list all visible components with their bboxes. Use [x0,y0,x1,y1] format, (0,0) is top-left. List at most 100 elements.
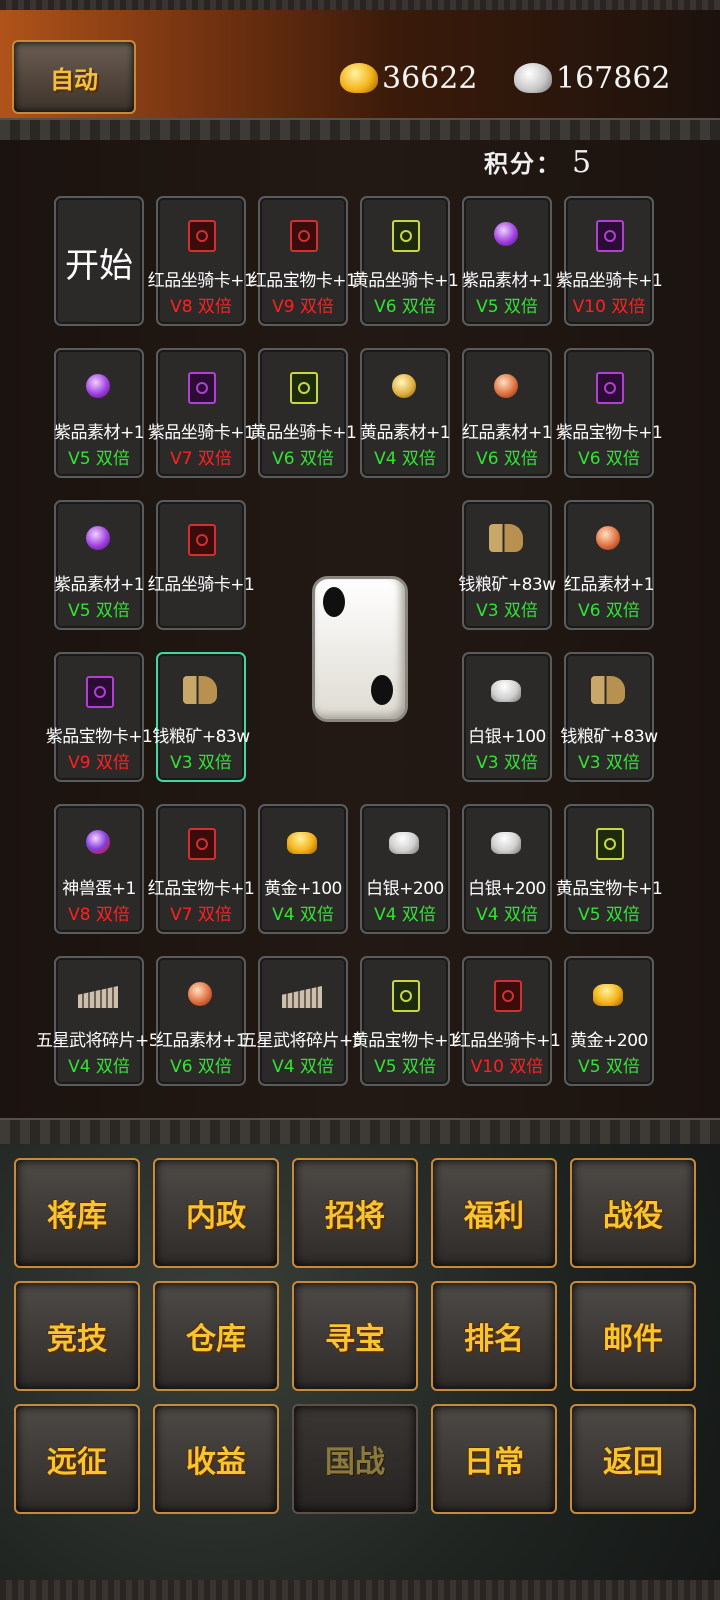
board-tile[interactable]: 黄金+100 V4 双倍 [258,804,348,934]
tile-vip-label: V9 双倍 [68,753,130,773]
silver-ingot-icon [491,832,521,854]
red-card-icon [290,220,318,252]
tile-vip-label: V4 双倍 [374,449,436,469]
board-tile[interactable]: 紫品宝物卡+1 V6 双倍 [556,348,663,478]
tile-reward-label: 钱粮矿+83w [152,727,250,747]
tile-vip-label: V7 双倍 [170,449,232,469]
board-tile[interactable]: 红品宝物卡+1 V7 双倍 [148,804,255,934]
menu-button[interactable]: 返回 [570,1404,696,1514]
red-gem-icon [188,982,212,1006]
menu-button[interactable]: 战役 [570,1158,696,1268]
board-tile[interactable]: 钱粮矿+83w V3 双倍 [560,652,658,782]
purple-gem-icon [86,526,110,550]
tile-vip-label: V8 双倍 [170,297,232,317]
start-label: 开始 [65,246,133,286]
board-tile[interactable]: 黄金+200 V5 双倍 [564,956,654,1086]
board-tile[interactable]: 紫品坐骑卡+1 V10 双倍 [556,196,663,326]
menu-button[interactable]: 邮件 [570,1281,696,1391]
tile-vip-label: V4 双倍 [272,1057,334,1077]
tile-vip-label: V5 双倍 [476,297,538,317]
board-tile[interactable]: 黄品宝物卡+1 V5 双倍 [352,956,459,1086]
yellow-card-icon [392,220,420,252]
tile-vip-label: V5 双倍 [374,1057,436,1077]
menu-button[interactable]: 招将 [292,1158,418,1268]
beast-egg-icon [86,830,110,854]
board-tile[interactable]: 紫品素材+1 V5 双倍 [462,196,553,326]
hero-shard-icon [78,986,118,1008]
grain-ore-icon [591,676,625,704]
board-tile[interactable]: 白银+200 V4 双倍 [360,804,450,934]
menu-button[interactable]: 仓库 [153,1281,279,1391]
board-tile[interactable]: 黄品素材+1 V4 双倍 [360,348,451,478]
yellow-card-icon [290,372,318,404]
score-label: 积分： [484,150,562,178]
start-tile[interactable]: 开始 [54,196,144,326]
red-card-icon [188,220,216,252]
board-tile[interactable]: 五星武将碎片+50 V4 双倍 [240,956,374,1086]
tile-reward-label: 黄金+200 [570,1031,648,1051]
gold-ingot-icon [287,832,317,854]
dice-pip [371,675,393,705]
gold-ingot-icon [593,984,623,1006]
board-tile[interactable]: 紫品素材+1 V5 双倍 [54,348,145,478]
board-tile[interactable]: 白银+100 V3 双倍 [462,652,552,782]
silver-ingot-icon [514,63,552,93]
red-gem-icon [494,374,518,398]
board-tile[interactable]: 神兽蛋+1 V8 双倍 [54,804,144,934]
menu-button[interactable]: 福利 [431,1158,557,1268]
tile-reward-label: 紫品坐骑卡+1 [555,271,663,291]
board-tile[interactable]: 紫品素材+1 V5 双倍 [54,500,145,630]
dice[interactable] [312,576,408,722]
red-card-icon [188,524,216,556]
board-tile[interactable]: 五星武将碎片+50 V4 双倍 [36,956,170,1086]
yellow-gem-icon [392,374,416,398]
grain-ore-icon [183,676,217,704]
board-tile[interactable]: 钱粮矿+83w V3 双倍 [152,652,250,782]
menu-button[interactable]: 寻宝 [292,1281,418,1391]
tile-vip-label: V10 双倍 [572,297,646,317]
tile-vip-label: V6 双倍 [578,601,640,621]
red-gem-icon [596,526,620,550]
silver-ingot-icon [389,832,419,854]
menu-button[interactable]: 国战 [292,1404,418,1514]
silver-amount: 167862 [556,60,671,96]
auto-button[interactable]: 自动 [12,40,136,114]
yellow-card-icon [596,828,624,860]
purple-card-icon [596,220,624,252]
board-tile[interactable]: 红品坐骑卡+1 V8 双倍 [148,196,255,326]
tile-reward-label: 钱粮矿+83w [560,727,658,747]
menu-button[interactable]: 远征 [14,1404,140,1514]
board-tile[interactable]: 红品宝物卡+1 V9 双倍 [250,196,357,326]
board-tile[interactable]: 红品素材+1 V6 双倍 [462,348,553,478]
tile-vip-label: V8 双倍 [68,905,130,925]
gold-ingot-icon [340,63,378,93]
board-tile[interactable]: 白银+200 V4 双倍 [462,804,552,934]
menu-button[interactable]: 竞技 [14,1281,140,1391]
purple-card-icon [596,372,624,404]
board-tile[interactable]: 黄品坐骑卡+1 V6 双倍 [352,196,459,326]
menu-button[interactable]: 内政 [153,1158,279,1268]
hero-shard-icon [282,986,322,1008]
silver-counter: 167862 [514,54,671,102]
menu-button[interactable]: 排名 [431,1281,557,1391]
menu-button[interactable]: 收益 [153,1404,279,1514]
tile-vip-label: V6 双倍 [272,449,334,469]
board-tile[interactable]: 红品素材+1 V6 双倍 [156,956,247,1086]
board-tile[interactable]: 紫品宝物卡+1 V9 双倍 [46,652,153,782]
tile-vip-label: V5 双倍 [578,905,640,925]
purple-gem-icon [494,222,518,246]
board-tile[interactable]: 黄品坐骑卡+1 V6 双倍 [250,348,357,478]
board-tile[interactable]: 红品素材+1 V6 双倍 [564,500,655,630]
menu-divider [0,1118,720,1146]
menu-button[interactable]: 日常 [431,1404,557,1514]
board-tile[interactable]: 红品坐骑卡+1 V10 双倍 [454,956,561,1086]
menu-button[interactable]: 将库 [14,1158,140,1268]
board-tile[interactable]: 黄品宝物卡+1 V5 双倍 [556,804,663,934]
board-tile[interactable]: 红品坐骑卡+1 [148,500,255,630]
tile-vip-label: V3 双倍 [476,601,538,621]
tile-reward-label: 紫品宝物卡+1 [555,423,663,443]
tile-vip-label: V4 双倍 [272,905,334,925]
bottom-border [0,1580,720,1600]
board-tile[interactable]: 钱粮矿+83w V3 双倍 [458,500,556,630]
board-tile[interactable]: 紫品坐骑卡+1 V7 双倍 [148,348,255,478]
